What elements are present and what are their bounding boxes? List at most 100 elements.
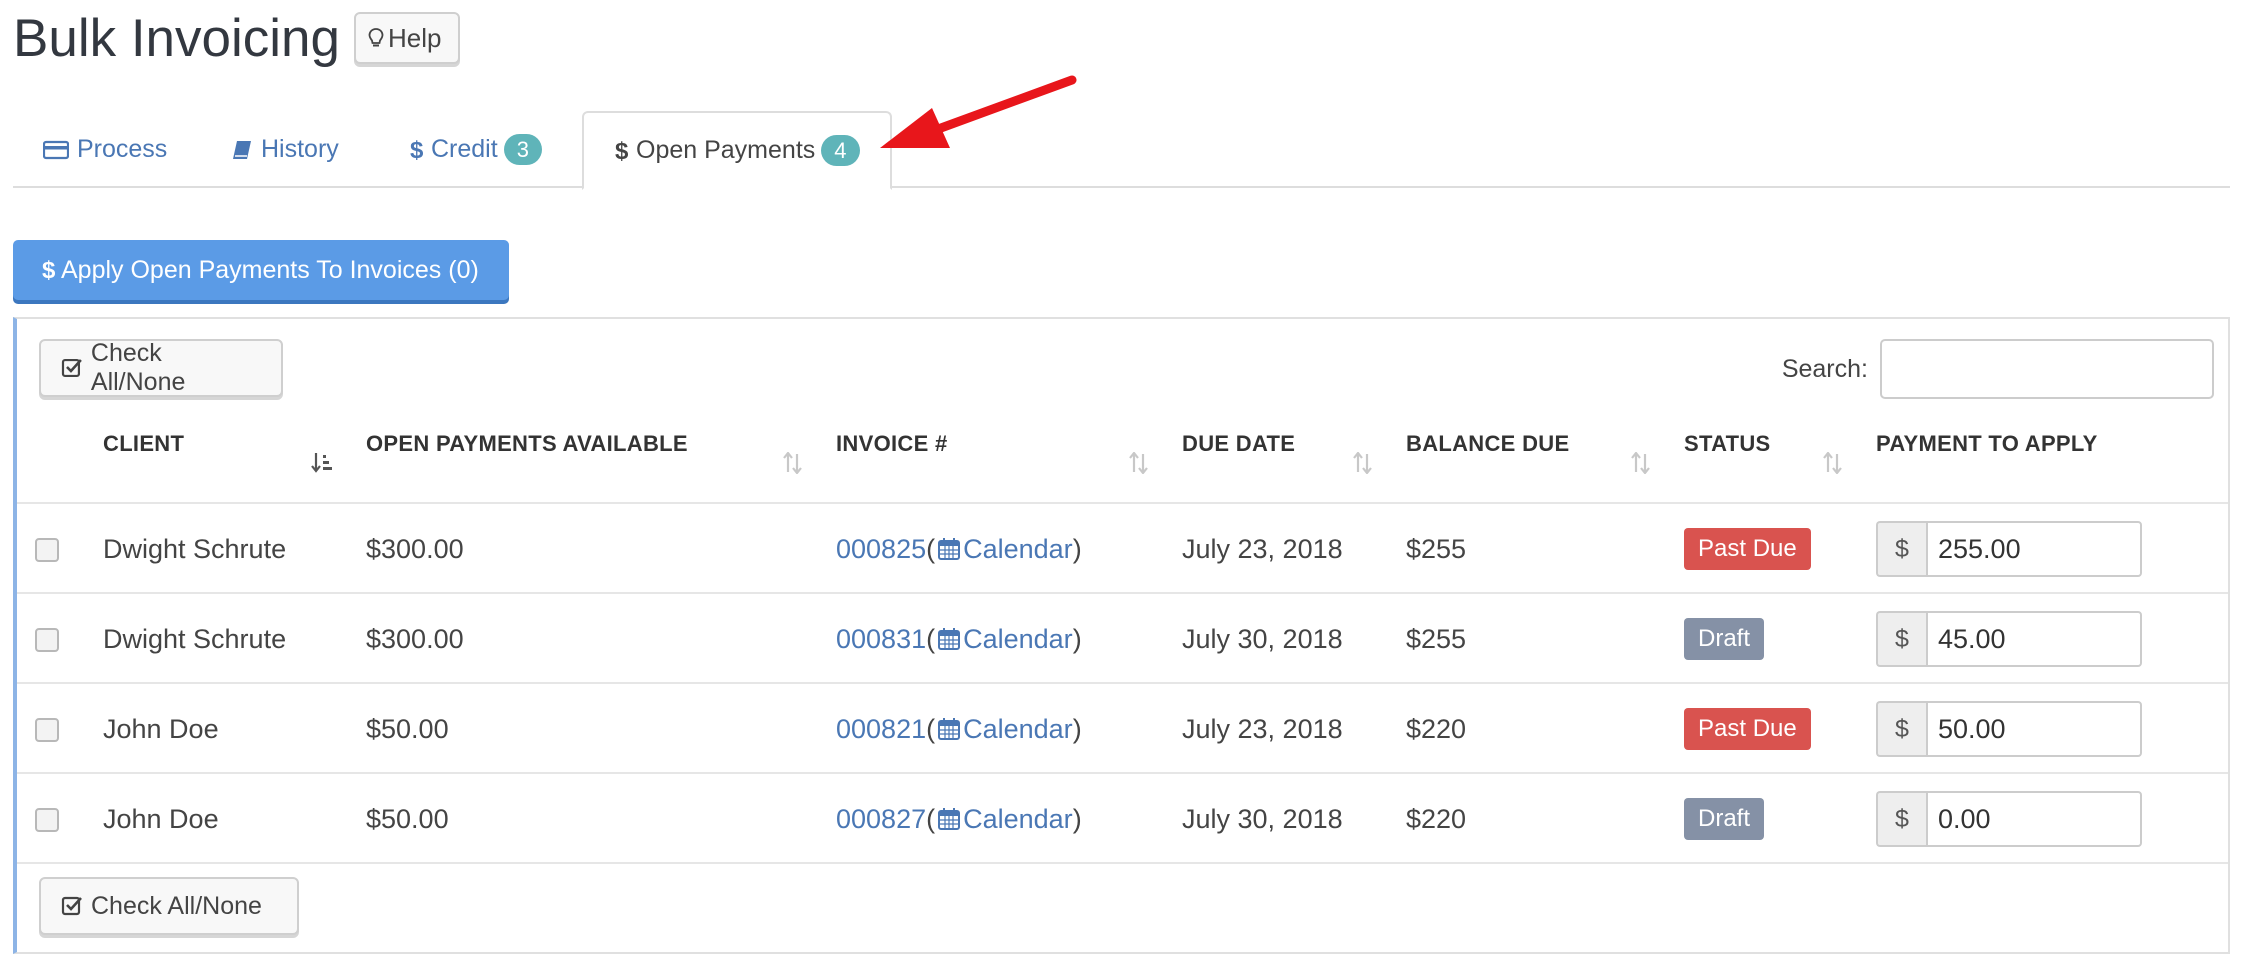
open-payments-value: $50.00 <box>366 713 449 744</box>
open-payments-value: $300.00 <box>366 623 464 654</box>
calendar-icon <box>938 538 961 560</box>
status-cell: Draft <box>1684 774 1765 864</box>
invoice-number-link[interactable]: 000827 <box>836 804 926 835</box>
status-cell: Past Due <box>1684 684 1811 774</box>
column-header-due-date[interactable]: DUE DATE <box>1182 431 1295 457</box>
tab-open-payments[interactable]: $ Open Payments 4 <box>582 111 892 190</box>
table-row: Dwight Schrute $300.00 000831 ( Calendar… <box>17 594 2228 684</box>
calendar-link[interactable]: Calendar <box>963 534 1073 565</box>
sort-icon[interactable] <box>1128 452 1150 474</box>
svg-text:$: $ <box>410 137 423 163</box>
search-box: Search: <box>1782 339 2214 399</box>
due-date: July 30, 2018 <box>1182 803 1343 834</box>
sort-icon[interactable] <box>1630 452 1652 474</box>
due-date: July 23, 2018 <box>1182 713 1343 744</box>
client-link[interactable]: John Doe <box>103 684 219 774</box>
payment-input-group: $ 0.00 <box>1876 791 2142 847</box>
sort-icon[interactable] <box>1822 452 1844 474</box>
check-square-icon <box>61 358 82 378</box>
invoice-number-link[interactable]: 000825 <box>836 534 926 565</box>
due-date: July 23, 2018 <box>1182 533 1343 564</box>
check-all-label: Check All/None <box>90 339 186 396</box>
open-payments-value: $300.00 <box>366 533 464 564</box>
row-checkbox[interactable] <box>35 718 59 742</box>
status-cell: Past Due <box>1684 504 1811 594</box>
dollar-icon: $ <box>615 138 628 164</box>
invoice-cell: 000827 ( Calendar ) <box>836 803 1082 835</box>
tab-credit-label: Credit <box>431 135 498 163</box>
payment-input-group: $ 50.00 <box>1876 701 2142 757</box>
column-header-client[interactable]: CLIENT <box>103 431 184 457</box>
status-badge: Past Due <box>1684 527 1811 571</box>
column-header-open-payments[interactable]: OPEN PAYMENTS AVAILABLE <box>366 431 688 457</box>
status-badge: Draft <box>1684 797 1765 841</box>
payment-amount-input[interactable]: 50.00 <box>1926 701 2142 757</box>
title-row: Bulk Invoicing Help <box>13 8 460 68</box>
payment-amount-input[interactable]: 45.00 <box>1926 611 2142 667</box>
column-header-payment-to-apply: PAYMENT TO APPLY <box>1876 431 2098 456</box>
invoice-cell: 000825 ( Calendar ) <box>836 533 1082 565</box>
svg-text:$: $ <box>42 257 55 283</box>
calendar-icon <box>938 808 961 830</box>
help-label: Help <box>388 22 442 53</box>
search-input[interactable] <box>1880 339 2214 399</box>
currency-addon: $ <box>1876 611 1926 667</box>
payment-input-group: $ 255.00 <box>1876 521 2142 577</box>
calendar-link[interactable]: Calendar <box>963 624 1073 655</box>
tab-credit[interactable]: $ Credit 3 <box>409 111 542 188</box>
table-row: John Doe $50.00 000827 ( Calendar ) July… <box>17 774 2228 864</box>
tab-history[interactable]: History <box>231 111 339 188</box>
open-payments-count-badge: 4 <box>821 134 860 167</box>
tab-bar: Process History $ Credit 3 $ Open Paymen… <box>13 111 2230 190</box>
search-label: Search: <box>1781 354 1868 383</box>
tab-process-label: Process <box>77 135 168 163</box>
row-checkbox[interactable] <box>35 538 59 562</box>
payment-input-group: $ 45.00 <box>1876 611 2142 667</box>
lightbulb-icon <box>368 28 384 47</box>
table-row: Dwight Schrute $300.00 000825 ( Calendar… <box>17 504 2228 594</box>
credit-count-badge: 3 <box>503 133 542 166</box>
row-checkbox[interactable] <box>35 808 59 832</box>
balance-due: $255 <box>1406 533 1467 564</box>
invoice-number-link[interactable]: 000831 <box>836 624 926 655</box>
svg-text:$: $ <box>615 138 628 164</box>
payment-amount-input[interactable]: 0.00 <box>1926 791 2142 847</box>
client-link[interactable]: Dwight Schrute <box>103 504 286 594</box>
invoice-number-link[interactable]: 000821 <box>836 714 926 745</box>
check-square-icon <box>61 896 82 916</box>
sort-icon[interactable] <box>1352 452 1374 474</box>
client-link[interactable]: John Doe <box>103 774 219 864</box>
column-header-balance-due[interactable]: BALANCE DUE <box>1406 431 1569 457</box>
sort-icon[interactable] <box>782 452 804 474</box>
payment-cell: $ 50.00 <box>1876 684 2142 774</box>
page-title: Bulk Invoicing <box>13 8 341 68</box>
client-link[interactable]: Dwight Schrute <box>103 594 286 684</box>
invoice-cell: 000821 ( Calendar ) <box>836 713 1082 745</box>
tab-process[interactable]: Process <box>43 111 167 188</box>
calendar-link[interactable]: Calendar <box>963 714 1073 745</box>
row-checkbox[interactable] <box>35 628 59 652</box>
tab-open-payments-label: Open Payments <box>636 136 816 164</box>
column-header-status[interactable]: STATUS <box>1684 431 1771 457</box>
due-date: July 30, 2018 <box>1182 623 1343 654</box>
check-all-label: Check All/None <box>91 891 262 920</box>
column-header-invoice[interactable]: INVOICE # <box>836 431 948 457</box>
annotation-arrow-icon <box>880 75 1077 148</box>
credit-card-icon <box>43 140 69 159</box>
calendar-link[interactable]: Calendar <box>963 804 1073 835</box>
calendar-icon <box>938 718 961 740</box>
payment-cell: $ 0.00 <box>1876 774 2142 864</box>
status-badge: Draft <box>1684 617 1765 661</box>
tab-history-label: History <box>261 135 339 163</box>
apply-open-payments-button[interactable]: $ Apply Open Payments To Invoices (0) <box>13 240 509 300</box>
check-all-button-top[interactable]: Check All/None <box>39 339 283 397</box>
balance-due: $255 <box>1406 623 1467 654</box>
currency-addon: $ <box>1876 791 1926 847</box>
sort-alpha-desc-icon[interactable] <box>311 452 333 474</box>
dollar-icon: $ <box>410 137 423 163</box>
payment-amount-input[interactable]: 255.00 <box>1926 521 2142 577</box>
open-payments-panel: Check All/None Search: CLIENT OPEN PAYME… <box>13 317 2230 954</box>
status-cell: Draft <box>1684 594 1765 684</box>
check-all-button-bottom[interactable]: Check All/None <box>39 877 299 935</box>
help-button[interactable]: Help <box>354 12 460 64</box>
